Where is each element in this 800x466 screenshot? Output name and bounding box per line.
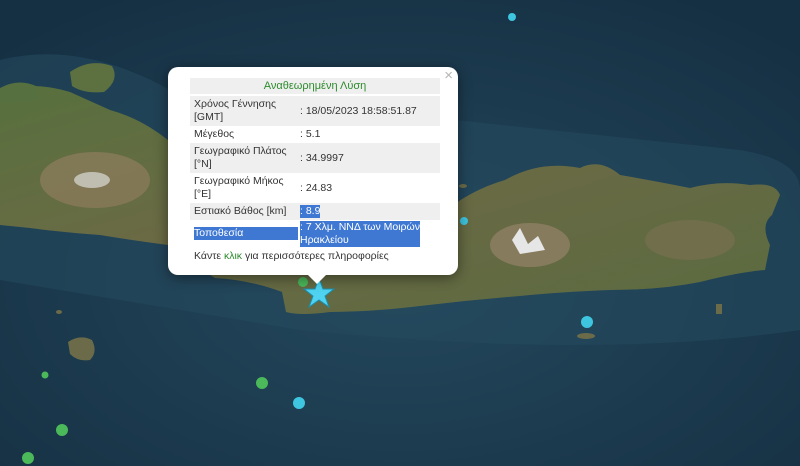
row-label: Χρόνος Γέννησης [GMT] bbox=[194, 98, 277, 123]
row-label: Γεωγραφικό Μήκος [°E] bbox=[194, 175, 284, 200]
koufonisi-islet bbox=[716, 304, 722, 314]
row-value: : 7 Χλμ. ΝΝΔ των Μοιρών Ηρακλείου bbox=[300, 221, 420, 247]
info-row-longitude: Γεωγραφικό Μήκος [°E] : 24.83 bbox=[190, 173, 440, 203]
earthquake-marker-icon[interactable] bbox=[581, 316, 593, 328]
earthquake-marker-icon[interactable] bbox=[508, 13, 516, 21]
earthquake-marker-icon[interactable] bbox=[460, 217, 468, 225]
row-value: : 24.83 bbox=[300, 182, 333, 194]
row-value: : 5.1 bbox=[300, 128, 321, 140]
more-info-text: Κάντε κλικ για περισσότερες πληροφορίες bbox=[194, 250, 389, 262]
eastern-hills bbox=[645, 220, 735, 260]
lefka-ori-snow bbox=[74, 172, 110, 188]
more-info-prefix: Κάντε bbox=[194, 250, 224, 262]
popup-title: Αναθεωρημένη Λύση bbox=[190, 78, 440, 94]
more-info-suffix: για περισσότερες πληροφορίες bbox=[242, 250, 389, 262]
info-row-magnitude: Μέγεθος : 5.1 bbox=[190, 126, 440, 143]
row-label: Μέγεθος bbox=[194, 128, 235, 140]
row-value: : 8.9 bbox=[300, 205, 321, 218]
earthquake-marker-icon[interactable] bbox=[293, 397, 305, 409]
earthquake-marker-icon[interactable] bbox=[22, 452, 34, 464]
earthquake-marker-icon[interactable] bbox=[256, 377, 268, 389]
dia-islet bbox=[459, 184, 467, 188]
popup-tip bbox=[306, 273, 328, 284]
row-label: Τοποθεσία bbox=[194, 227, 298, 240]
info-row-location: Τοποθεσία : 7 Χλμ. ΝΝΔ των Μοιρών Ηρακλε… bbox=[190, 220, 440, 248]
gavdopoula-islet bbox=[56, 310, 62, 314]
earthquake-marker-icon[interactable] bbox=[41, 371, 49, 379]
row-label: Εστιακό Βάθος [km] bbox=[194, 205, 287, 217]
row-label: Γεωγραφικό Πλάτος [°N] bbox=[194, 145, 287, 170]
row-value: : 18/05/2023 18:58:51.87 bbox=[300, 105, 417, 117]
close-icon[interactable]: × bbox=[444, 68, 453, 84]
info-row-latitude: Γεωγραφικό Πλάτος [°N] : 34.9997 bbox=[190, 143, 440, 173]
earthquake-marker-icon[interactable] bbox=[56, 424, 68, 436]
earthquake-info-popup: × Αναθεωρημένη Λύση Χρόνος Γέννησης [GMT… bbox=[168, 67, 458, 275]
info-row-depth: Εστιακό Βάθος [km] : 8.9 bbox=[190, 203, 440, 220]
chrysi-island bbox=[577, 333, 595, 339]
row-value: : 34.9997 bbox=[300, 152, 344, 164]
more-info-link[interactable]: κλικ bbox=[224, 250, 242, 262]
info-row-origin-time: Χρόνος Γέννησης [GMT] : 18/05/2023 18:58… bbox=[190, 96, 440, 126]
